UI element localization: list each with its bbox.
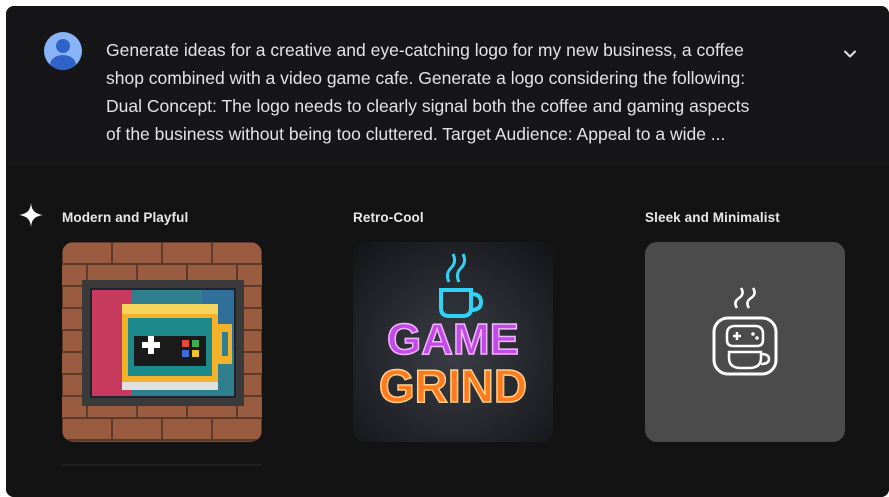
- prompt-line: Dual Concept: The logo needs to clearly …: [106, 96, 750, 116]
- prompt-line: of the business without being too clutte…: [106, 124, 726, 144]
- prompt-line: shop combined with a video game cafe. Ge…: [106, 68, 746, 88]
- option-retro-cool: Retro-Cool GAME GRIND: [353, 210, 558, 442]
- neon-word-game: GAME: [387, 315, 519, 364]
- prompt-text: Generate ideas for a creative and eye-ca…: [106, 36, 826, 148]
- response-area: Modern and Playful Retro-Cool GAME GRIND…: [6, 166, 889, 497]
- sparkle-icon: [19, 203, 43, 227]
- user-avatar-icon[interactable]: [44, 32, 82, 70]
- chevron-down-icon: [844, 50, 856, 58]
- image-pixel-art-logo[interactable]: [62, 242, 262, 442]
- option-sleek-minimalist: Sleek and Minimalist: [645, 210, 850, 442]
- option-title: Retro-Cool: [353, 210, 424, 225]
- option-title: Sleek and Minimalist: [645, 210, 780, 225]
- app-window: Generate ideas for a creative and eye-ca…: [6, 6, 889, 497]
- image-neon-sign-logo[interactable]: GAME GRIND: [353, 242, 553, 442]
- option-modern-playful: Modern and Playful: [62, 210, 267, 442]
- prompt-line: Generate ideas for a creative and eye-ca…: [106, 40, 744, 60]
- expand-prompt-button[interactable]: [838, 42, 862, 66]
- user-prompt-bar: Generate ideas for a creative and eye-ca…: [6, 6, 889, 166]
- image-minimal-logo[interactable]: [645, 242, 845, 442]
- option-title: Modern and Playful: [62, 210, 189, 225]
- divider: [62, 464, 262, 466]
- neon-word-grind: GRIND: [379, 360, 527, 412]
